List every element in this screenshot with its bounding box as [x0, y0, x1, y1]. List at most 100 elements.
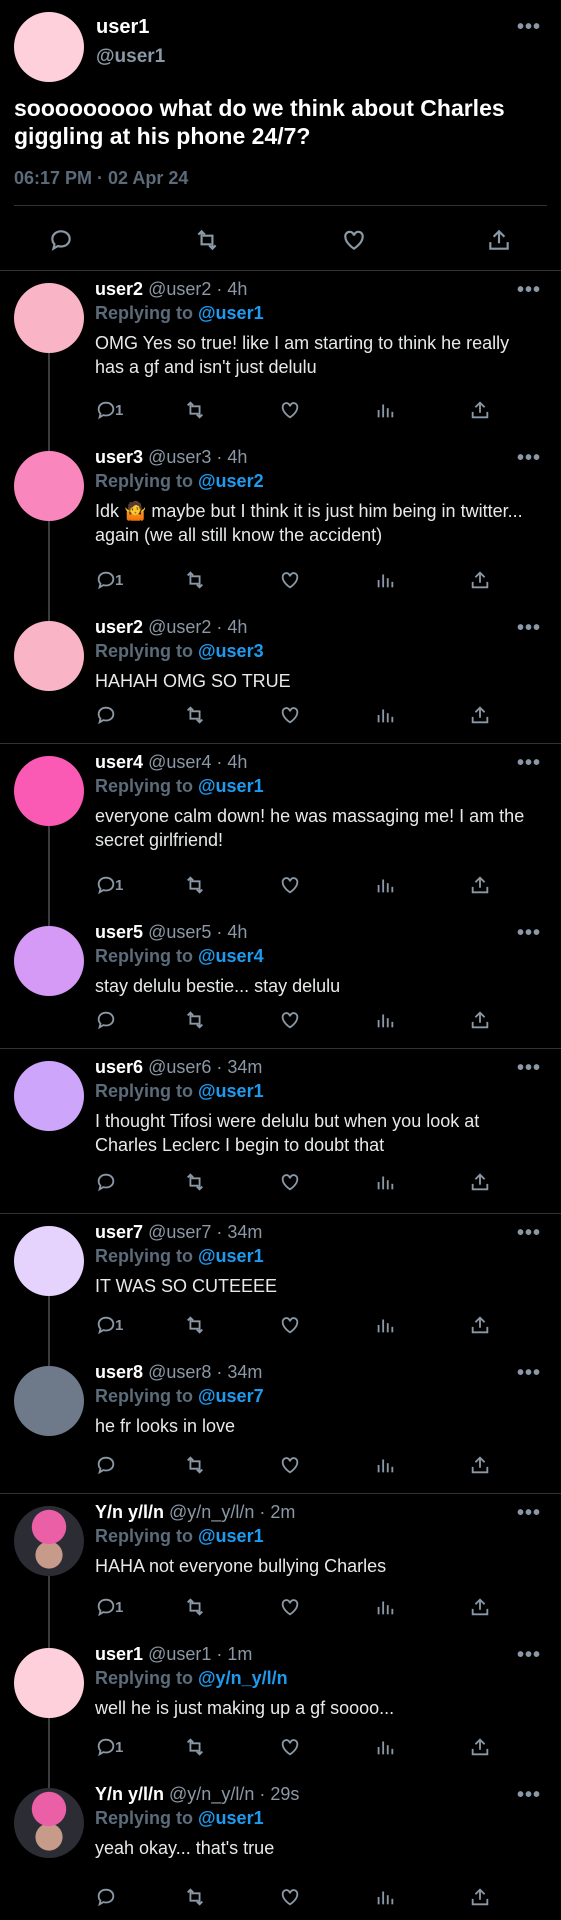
- views-icon[interactable]: [374, 1314, 396, 1336]
- views-icon[interactable]: [374, 874, 396, 896]
- more-icon[interactable]: •••: [517, 922, 541, 945]
- author-name[interactable]: user2: [95, 279, 143, 299]
- author-name[interactable]: user1: [96, 16, 149, 39]
- avatar[interactable]: [14, 1366, 84, 1436]
- reply-tweet[interactable]: user7 @user7 · 34m ••• Replying to @user1…: [0, 1214, 561, 1354]
- retweet-icon[interactable]: [183, 874, 207, 896]
- more-icon[interactable]: •••: [517, 1362, 541, 1385]
- author-name[interactable]: user3: [95, 447, 143, 467]
- share-icon[interactable]: [469, 704, 491, 726]
- reply-tweet[interactable]: user5 @user5 · 4h ••• Replying to @user4 s…: [0, 914, 561, 1049]
- like-icon[interactable]: [278, 1314, 302, 1336]
- share-icon[interactable]: [469, 399, 491, 421]
- views-icon[interactable]: [374, 1886, 396, 1908]
- more-icon[interactable]: •••: [517, 1644, 541, 1667]
- mention-link[interactable]: @user1: [198, 1808, 264, 1828]
- author-name[interactable]: user4: [95, 752, 143, 772]
- author-name[interactable]: user7: [95, 1222, 143, 1242]
- like-icon[interactable]: [278, 1009, 302, 1031]
- retweet-icon[interactable]: [183, 1596, 207, 1618]
- retweet-icon[interactable]: [183, 1009, 207, 1031]
- author-name[interactable]: user2: [95, 617, 143, 637]
- avatar[interactable]: [14, 1226, 84, 1296]
- like-icon[interactable]: [278, 399, 302, 421]
- avatar[interactable]: [14, 1788, 84, 1858]
- reply-tweet[interactable]: user1 @user1 · 1m ••• Replying to @y/n_y/…: [0, 1636, 561, 1776]
- more-icon[interactable]: •••: [517, 617, 541, 640]
- share-icon[interactable]: [469, 1886, 491, 1908]
- mention-link[interactable]: @user4: [198, 946, 264, 966]
- author-name[interactable]: user1: [95, 1644, 143, 1664]
- share-icon[interactable]: [469, 569, 491, 591]
- retweet-icon[interactable]: [183, 1171, 207, 1193]
- reply-tweet[interactable]: Y/n y/l/n @y/n_y/l/n · 2m ••• Replying to…: [0, 1494, 561, 1636]
- like-icon[interactable]: [278, 1596, 302, 1618]
- reply-tweet[interactable]: user3 @user3 · 4h ••• Replying to @user2 I…: [0, 439, 561, 609]
- main-tweet[interactable]: user1 @user1 ••• sooooooooo what do we t…: [0, 0, 561, 271]
- mention-link[interactable]: @user1: [198, 1246, 264, 1266]
- like-icon[interactable]: [340, 227, 368, 253]
- more-icon[interactable]: •••: [517, 447, 541, 470]
- retweet-icon[interactable]: [183, 1886, 207, 1908]
- avatar[interactable]: [14, 756, 84, 826]
- mention-link[interactable]: @user1: [198, 1526, 264, 1546]
- author-name[interactable]: Y/n y/l/n: [95, 1784, 164, 1804]
- reply-icon[interactable]: [95, 1314, 117, 1336]
- author-name[interactable]: user6: [95, 1057, 143, 1077]
- share-icon[interactable]: [469, 1009, 491, 1031]
- share-icon[interactable]: [469, 1454, 491, 1476]
- avatar[interactable]: [14, 283, 84, 353]
- retweet-icon[interactable]: [193, 227, 221, 253]
- author-handle[interactable]: @user1: [96, 46, 165, 68]
- avatar[interactable]: [14, 12, 84, 82]
- retweet-icon[interactable]: [183, 569, 207, 591]
- more-icon[interactable]: •••: [517, 1222, 541, 1245]
- avatar[interactable]: [14, 451, 84, 521]
- like-icon[interactable]: [278, 874, 302, 896]
- retweet-icon[interactable]: [183, 399, 207, 421]
- tweet-timestamp[interactable]: 06:17 PM · 02 Apr 24: [14, 168, 188, 189]
- like-icon[interactable]: [278, 1736, 302, 1758]
- retweet-icon[interactable]: [183, 1314, 207, 1336]
- more-icon[interactable]: •••: [517, 1057, 541, 1080]
- author-name[interactable]: user5: [95, 922, 143, 942]
- views-icon[interactable]: [374, 1171, 396, 1193]
- reply-icon[interactable]: [95, 1454, 117, 1476]
- reply-icon[interactable]: [95, 1596, 117, 1618]
- views-icon[interactable]: [374, 399, 396, 421]
- avatar[interactable]: [14, 1061, 84, 1131]
- like-icon[interactable]: [278, 569, 302, 591]
- share-icon[interactable]: [469, 1171, 491, 1193]
- reply-tweet[interactable]: user4 @user4 · 4h ••• Replying to @user1 e…: [0, 744, 561, 914]
- like-icon[interactable]: [278, 704, 302, 726]
- reply-icon[interactable]: [95, 874, 117, 896]
- share-icon[interactable]: [469, 1596, 491, 1618]
- reply-icon[interactable]: [95, 1736, 117, 1758]
- reply-icon[interactable]: [95, 704, 117, 726]
- mention-link[interactable]: @user3: [198, 641, 264, 661]
- reply-icon[interactable]: [48, 227, 74, 253]
- more-icon[interactable]: •••: [517, 1502, 541, 1525]
- share-icon[interactable]: [469, 1314, 491, 1336]
- retweet-icon[interactable]: [183, 704, 207, 726]
- views-icon[interactable]: [374, 704, 396, 726]
- mention-link[interactable]: @user1: [198, 776, 264, 796]
- mention-link[interactable]: @user7: [198, 1386, 264, 1406]
- reply-icon[interactable]: [95, 1886, 117, 1908]
- more-icon[interactable]: •••: [517, 1784, 541, 1807]
- retweet-icon[interactable]: [183, 1454, 207, 1476]
- reply-icon[interactable]: [95, 399, 117, 421]
- share-icon[interactable]: [486, 227, 512, 253]
- like-icon[interactable]: [278, 1171, 302, 1193]
- views-icon[interactable]: [374, 1009, 396, 1031]
- views-icon[interactable]: [374, 1454, 396, 1476]
- like-icon[interactable]: [278, 1886, 302, 1908]
- reply-tweet[interactable]: user8 @user8 · 34m ••• Replying to @user7…: [0, 1354, 561, 1494]
- avatar[interactable]: [14, 1648, 84, 1718]
- avatar[interactable]: [14, 1506, 84, 1576]
- share-icon[interactable]: [469, 1736, 491, 1758]
- author-name[interactable]: user8: [95, 1362, 143, 1382]
- reply-tweet[interactable]: user6 @user6 · 34m ••• Replying to @user1…: [0, 1049, 561, 1214]
- mention-link[interactable]: @user1: [198, 303, 264, 323]
- mention-link[interactable]: @user2: [198, 471, 264, 491]
